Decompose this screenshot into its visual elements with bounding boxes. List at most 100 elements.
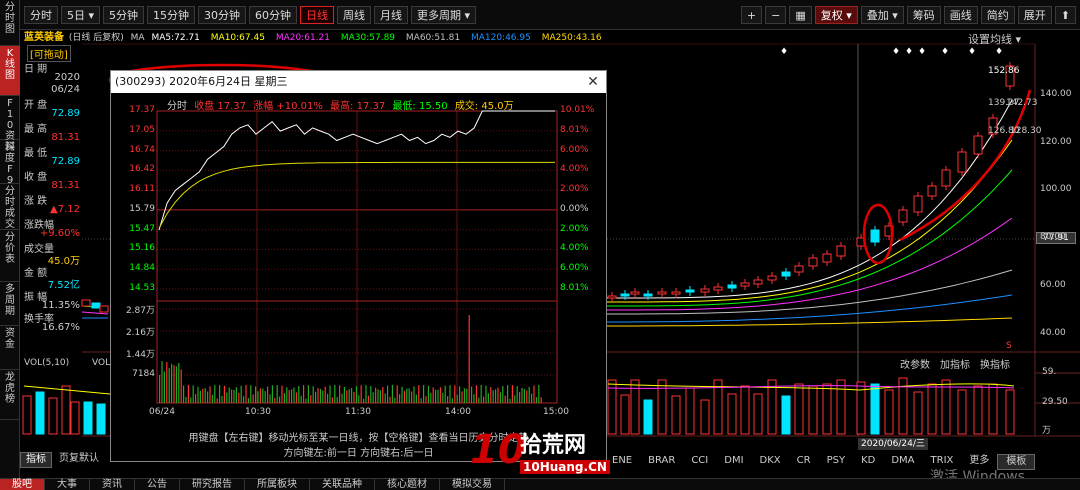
popup-pct-label: 2.00% xyxy=(560,223,589,234)
sidebar-item-1[interactable]: K线图 xyxy=(0,46,20,96)
popup-volume-bar xyxy=(171,363,173,403)
candle-body xyxy=(91,302,101,309)
period-tab-0[interactable]: 分时 xyxy=(24,6,58,24)
sidebar-item-6[interactable]: 多周期 xyxy=(0,282,20,326)
volume-bar xyxy=(973,385,983,435)
logo-number: 10 xyxy=(470,427,526,473)
ma-legend-line: 蓝英装备 (日线 后复权) MA MA5:72.71 MA10:67.45 MA… xyxy=(24,32,864,44)
indicator-tab[interactable]: 指标 xyxy=(20,452,52,468)
period-tab-3[interactable]: 15分钟 xyxy=(147,6,196,24)
popup-volume-bar xyxy=(303,385,305,403)
popup-volume-bar xyxy=(423,385,425,403)
indicator-tab-cr[interactable]: CR xyxy=(789,454,819,470)
zoom-in-button[interactable]: + xyxy=(740,6,763,24)
add-indicator-button[interactable]: 加指标 xyxy=(940,356,970,371)
ma-settings-button[interactable]: 设置均线 ▾ xyxy=(968,31,1021,47)
quote-data-panel: [可拖动] 日 期 2020 06/24 开 盘 72.89 最 高 81.31… xyxy=(21,44,82,334)
bottom-tab-0[interactable]: 股吧 xyxy=(0,479,45,490)
swap-indicator-button[interactable]: 换指标 xyxy=(980,356,1010,371)
indicator-tab-brar[interactable]: BRAR xyxy=(640,454,683,470)
popup-vol-label: 7184 xyxy=(132,369,155,379)
bottom-tab-5[interactable]: 所属板块 xyxy=(245,479,310,490)
indicator-tab-dkx[interactable]: DKX xyxy=(752,454,789,470)
sidebar-item-7[interactable]: 资金 xyxy=(0,326,20,370)
period-tab-2[interactable]: 5分钟 xyxy=(103,6,145,24)
chips-button[interactable]: 筹码 xyxy=(906,6,941,24)
popup-volume-bar xyxy=(480,385,482,403)
svg-text:♦: ♦ xyxy=(780,47,788,57)
indicator-tab-dmi[interactable]: DMI xyxy=(716,454,751,470)
bottom-tab-8[interactable]: 模拟交易 xyxy=(440,479,505,490)
period-tab-7[interactable]: 周线 xyxy=(337,6,372,24)
period-tab-8[interactable]: 月线 xyxy=(374,6,409,24)
popup-volume-bar xyxy=(187,385,189,403)
popup-volume-bar xyxy=(305,398,307,403)
popup-volume-bar xyxy=(535,397,537,403)
candle-body xyxy=(740,282,750,287)
popup-volume-bar xyxy=(219,385,221,403)
sidebar-item-3[interactable]: 深度F9 xyxy=(0,140,20,186)
bottom-tab-4[interactable]: 研究报告 xyxy=(180,479,245,490)
left-sidebar: 分时图K线图F10资料深度F9分时成交分价表多周期资金龙虎榜 xyxy=(0,0,20,490)
period-tab-5[interactable]: 60分钟 xyxy=(249,6,298,24)
indicator-tab-psy[interactable]: PSY xyxy=(819,454,854,470)
arrow-up-icon[interactable]: ⬆ xyxy=(1054,6,1076,24)
candle-body xyxy=(973,135,983,155)
bottom-tab-1[interactable]: 大事 xyxy=(45,479,90,490)
volume-bar xyxy=(794,383,804,435)
popup-volume-bar xyxy=(341,393,343,403)
adjust-button[interactable]: 复权 ▾ xyxy=(814,6,858,24)
ma5-value: MA5:72.71 xyxy=(151,33,200,43)
price-axis-label: 60.00 xyxy=(1040,280,1066,290)
ma-label: MA xyxy=(130,33,145,43)
popup-volume-bar xyxy=(231,389,233,403)
right-toolbar: + − ▦ 复权 ▾ 叠加 ▾ 筹码 画线 简约 展开 ⬆ xyxy=(740,6,1076,24)
sidebar-item-8[interactable]: 龙虎榜 xyxy=(0,370,20,420)
restore-default-tab[interactable]: 页复默认 xyxy=(54,452,104,468)
period-tab-6[interactable]: 日线 xyxy=(300,6,335,24)
popup-price-label: 14.53 xyxy=(129,283,155,293)
volume-bar xyxy=(913,391,923,435)
period-tab-9[interactable]: 更多周期 ▾ xyxy=(411,6,477,24)
indicator-tab-kd[interactable]: KD xyxy=(853,454,883,470)
volume-bar xyxy=(61,385,71,435)
indicator-tab-dma[interactable]: DMA xyxy=(883,454,922,470)
popup-volume-bar xyxy=(516,386,518,403)
svg-text:♦: ♦ xyxy=(918,47,926,57)
bottom-tab-6[interactable]: 关联品种 xyxy=(310,479,375,490)
bottom-tab-7[interactable]: 核心题材 xyxy=(375,479,440,490)
intraday-popup[interactable]: (300293) 2020年6月24日 星期三 ✕ 分时 收盘 17.37 涨幅… xyxy=(110,70,607,462)
expand-button[interactable]: 展开 xyxy=(1017,6,1052,24)
overlay-button[interactable]: 叠加 ▾ xyxy=(860,6,904,24)
edit-params-button[interactable]: 改参数 xyxy=(900,356,930,371)
popup-volume-bar xyxy=(430,392,432,403)
period-tab-1[interactable]: 5日 ▾ xyxy=(61,6,101,24)
draw-line-button[interactable]: 画线 xyxy=(943,6,978,24)
bottom-tab-2[interactable]: 资讯 xyxy=(90,479,135,490)
volume-bar xyxy=(767,379,777,435)
sidebar-item-0[interactable]: 分时图 xyxy=(0,0,20,46)
popup-volume-bar xyxy=(375,387,377,403)
close-icon[interactable]: ✕ xyxy=(586,71,600,93)
candle-body xyxy=(727,284,737,289)
sidebar-item-5[interactable]: 分价表 xyxy=(0,230,20,282)
sidebar-item-2[interactable]: F10资料 xyxy=(0,96,20,153)
popup-volume-bar xyxy=(293,387,295,403)
zoom-out-button[interactable]: − xyxy=(765,6,787,24)
popup-volume-bar xyxy=(451,398,453,403)
popup-volume-bar xyxy=(487,393,489,403)
sidebar-item-4[interactable]: 分时成交 xyxy=(0,184,20,230)
period-tab-4[interactable]: 30分钟 xyxy=(198,6,247,24)
simple-mode-button[interactable]: 简约 xyxy=(980,6,1015,24)
intraday-chart[interactable] xyxy=(111,93,606,433)
indicator-tab-cci[interactable]: CCI xyxy=(683,454,716,470)
popup-volume-bar xyxy=(221,395,223,403)
grid-icon[interactable]: ▦ xyxy=(789,6,812,24)
popup-time-label: 10:30 xyxy=(245,407,271,417)
popup-volume-bar xyxy=(384,393,386,403)
bottom-tab-3[interactable]: 公告 xyxy=(135,479,180,490)
popup-volume-bar xyxy=(163,371,165,403)
popup-volume-bar xyxy=(322,390,324,403)
candle-body xyxy=(671,291,681,295)
candle-body xyxy=(713,286,723,291)
